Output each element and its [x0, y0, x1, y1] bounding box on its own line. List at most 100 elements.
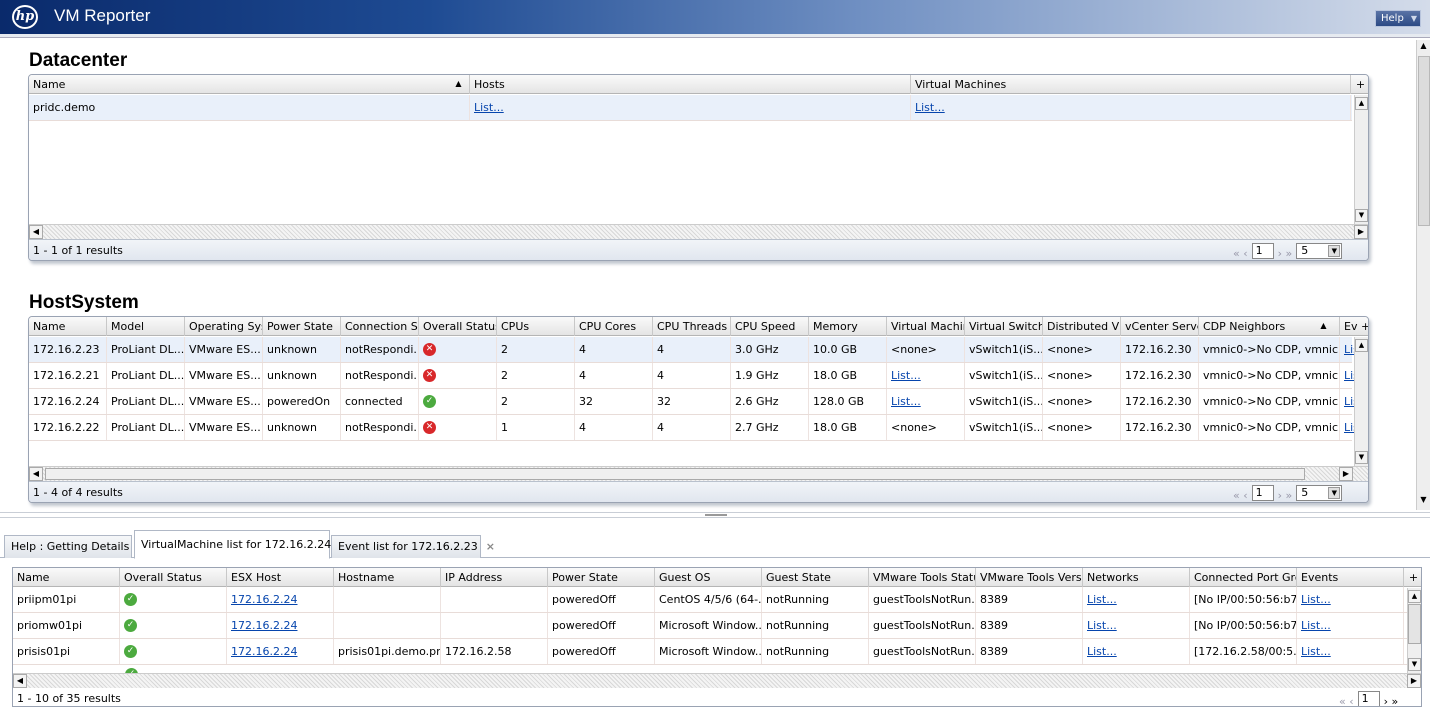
net-link[interactable]: List... — [1087, 645, 1117, 658]
prev-page-icon[interactable]: ‹ — [1349, 695, 1353, 706]
column-header-speed[interactable]: CPU Speed — [731, 317, 809, 336]
column-header-ip[interactable]: IP Address — [441, 568, 548, 587]
scroll-left-icon[interactable]: ◀ — [29, 467, 43, 481]
plus-icon[interactable]: + — [1351, 75, 1368, 94]
next-page-icon[interactable]: › — [1278, 489, 1282, 502]
events-link[interactable]: List... — [1301, 619, 1331, 632]
table-row[interactable]: 172.16.2.24 ProLiant DL... VMware ES... pow… — [29, 389, 1359, 415]
column-header-memory[interactable]: Memory — [809, 317, 887, 336]
column-header-hosts[interactable]: Hosts — [470, 75, 911, 94]
tab-event-list[interactable]: Event list for 172.16.2.23 × — [331, 535, 495, 558]
column-header-threads[interactable]: CPU Threads — [653, 317, 731, 336]
close-icon[interactable]: × — [486, 540, 495, 553]
hostsystem-vertical-scrollbar[interactable]: ▲ ▼ — [1354, 337, 1368, 467]
column-header-status[interactable]: Overall Status — [419, 317, 497, 336]
scroll-down-icon[interactable]: ▼ — [1355, 451, 1368, 464]
host-link[interactable]: 172.16.2.24 — [231, 619, 297, 632]
column-header-conn[interactable]: Connection Sta — [341, 317, 419, 336]
column-header-name[interactable]: Name — [13, 568, 120, 587]
column-header-os[interactable]: Guest OS — [655, 568, 762, 587]
vms-list-link[interactable]: List... — [915, 101, 945, 114]
table-row[interactable]: 172.16.2.22 ProLiant DL... VMware ES... unk… — [29, 415, 1359, 441]
last-page-icon[interactable]: » — [1286, 247, 1293, 260]
page-size-select[interactable]: 5 ▼ — [1296, 243, 1343, 259]
first-page-icon[interactable]: « — [1233, 247, 1240, 260]
sort-asc-icon[interactable]: ▲ — [1317, 320, 1330, 333]
first-page-icon[interactable]: « — [1233, 489, 1240, 502]
panel-splitter[interactable] — [0, 512, 1430, 518]
net-link[interactable]: List... — [1087, 593, 1117, 606]
table-row[interactable]: 172.16.2.21 ProLiant DL... VMware ES... unk… — [29, 363, 1359, 389]
table-row[interactable]: 172.16.2.23 ProLiant DL... VMware ES... unk… — [29, 337, 1359, 363]
vm-horizontal-scrollbar[interactable]: ◀ ▶ — [13, 673, 1421, 688]
column-header-vms[interactable]: Virtual Machines — [911, 75, 1351, 94]
scroll-thumb[interactable] — [1408, 604, 1421, 644]
scroll-up-icon[interactable]: ▲ — [1417, 40, 1430, 53]
column-header-port[interactable]: Connected Port Grou — [1190, 568, 1297, 587]
column-header-power[interactable]: Power State — [548, 568, 655, 587]
page-input[interactable]: 1 — [1251, 485, 1274, 501]
hosts-list-link[interactable]: List... — [474, 101, 504, 114]
host-link[interactable]: 172.16.2.24 — [231, 645, 297, 658]
column-header-host[interactable]: ESX Host — [227, 568, 334, 587]
prev-page-icon[interactable]: ‹ — [1243, 247, 1247, 260]
datacenter-horizontal-scrollbar[interactable]: ◀ ▶ — [29, 224, 1368, 239]
table-row[interactable]: pridc.demo List... List... — [29, 95, 1352, 121]
column-header-hostname[interactable]: Hostname — [334, 568, 441, 587]
scroll-right-icon[interactable]: ▶ — [1354, 225, 1368, 239]
main-vertical-scrollbar[interactable]: ▲ ▼ — [1416, 40, 1430, 510]
table-row[interactable]: priomw01pi ✓ 172.16.2.24 poweredOff Microsof… — [13, 613, 1407, 639]
scroll-down-icon[interactable]: ▼ — [1417, 494, 1430, 507]
plus-icon[interactable]: + — [1404, 568, 1421, 587]
sort-asc-icon[interactable]: ▲ — [452, 78, 465, 91]
column-header-vswitch[interactable]: Virtual Switche — [965, 317, 1043, 336]
tab-vm-list[interactable]: VirtualMachine list for 172.16.2.24× — [134, 530, 348, 559]
column-header-events[interactable]: Events — [1297, 568, 1404, 587]
scroll-up-icon[interactable]: ▲ — [1355, 339, 1368, 352]
vms-list-link[interactable]: List... — [891, 395, 921, 408]
net-link[interactable]: List... — [1087, 619, 1117, 632]
first-page-icon[interactable]: « — [1339, 695, 1346, 706]
vms-list-link[interactable]: List... — [891, 369, 921, 382]
column-header-vms[interactable]: Virtual Machine — [887, 317, 965, 336]
scroll-left-icon[interactable]: ◀ — [29, 225, 43, 239]
page-input[interactable]: 1 — [1357, 691, 1380, 706]
column-header-tools[interactable]: VMware Tools Status — [869, 568, 976, 587]
scroll-right-icon[interactable]: ▶ — [1407, 674, 1421, 688]
scroll-down-icon[interactable]: ▼ — [1408, 658, 1421, 671]
events-link[interactable]: List... — [1301, 593, 1331, 606]
column-header-ver[interactable]: VMware Tools Versio — [976, 568, 1083, 587]
scroll-up-icon[interactable]: ▲ — [1408, 590, 1421, 603]
next-page-icon[interactable]: › — [1384, 695, 1388, 706]
scroll-thumb[interactable] — [45, 468, 1305, 480]
column-header-os[interactable]: Operating Syste — [185, 317, 263, 336]
last-page-icon[interactable]: » — [1392, 695, 1399, 706]
page-input[interactable]: 1 — [1251, 243, 1274, 259]
scroll-left-icon[interactable]: ◀ — [13, 674, 27, 688]
tab-help[interactable]: Help : Getting Details× — [4, 535, 147, 558]
plus-icon[interactable]: + — [1361, 317, 1368, 336]
host-link[interactable]: 172.16.2.24 — [231, 593, 297, 606]
events-link[interactable]: List... — [1301, 645, 1331, 658]
column-header-net[interactable]: Networks — [1083, 568, 1190, 587]
column-header-guest[interactable]: Guest State — [762, 568, 869, 587]
page-size-select[interactable]: 5 ▼ — [1296, 485, 1343, 501]
column-header-model[interactable]: Model — [107, 317, 185, 336]
splitter-grip[interactable] — [705, 514, 727, 516]
table-row[interactable]: priipm01pi ✓ 172.16.2.24 poweredOff CentOS 4… — [13, 587, 1407, 613]
table-row[interactable]: prisis01pi ✓ 172.16.2.24 prisis01pi.demo.pr… — [13, 639, 1407, 665]
column-header-name[interactable]: Name — [29, 317, 107, 336]
scroll-down-icon[interactable]: ▼ — [1355, 209, 1368, 222]
column-header-cores[interactable]: CPU Cores — [575, 317, 653, 336]
datacenter-vertical-scrollbar[interactable]: ▲ ▼ — [1354, 95, 1368, 225]
scroll-up-icon[interactable]: ▲ — [1355, 97, 1368, 110]
next-page-icon[interactable]: › — [1278, 247, 1282, 260]
column-header-status[interactable]: Overall Status — [120, 568, 227, 587]
last-page-icon[interactable]: » — [1286, 489, 1293, 502]
scroll-thumb[interactable] — [1418, 56, 1430, 226]
column-header-dvs[interactable]: Distributed Virtu — [1043, 317, 1121, 336]
scroll-right-icon[interactable]: ▶ — [1339, 467, 1353, 481]
column-header-vcenter[interactable]: vCenter Server — [1121, 317, 1199, 336]
prev-page-icon[interactable]: ‹ — [1243, 489, 1247, 502]
column-header-power[interactable]: Power State — [263, 317, 341, 336]
